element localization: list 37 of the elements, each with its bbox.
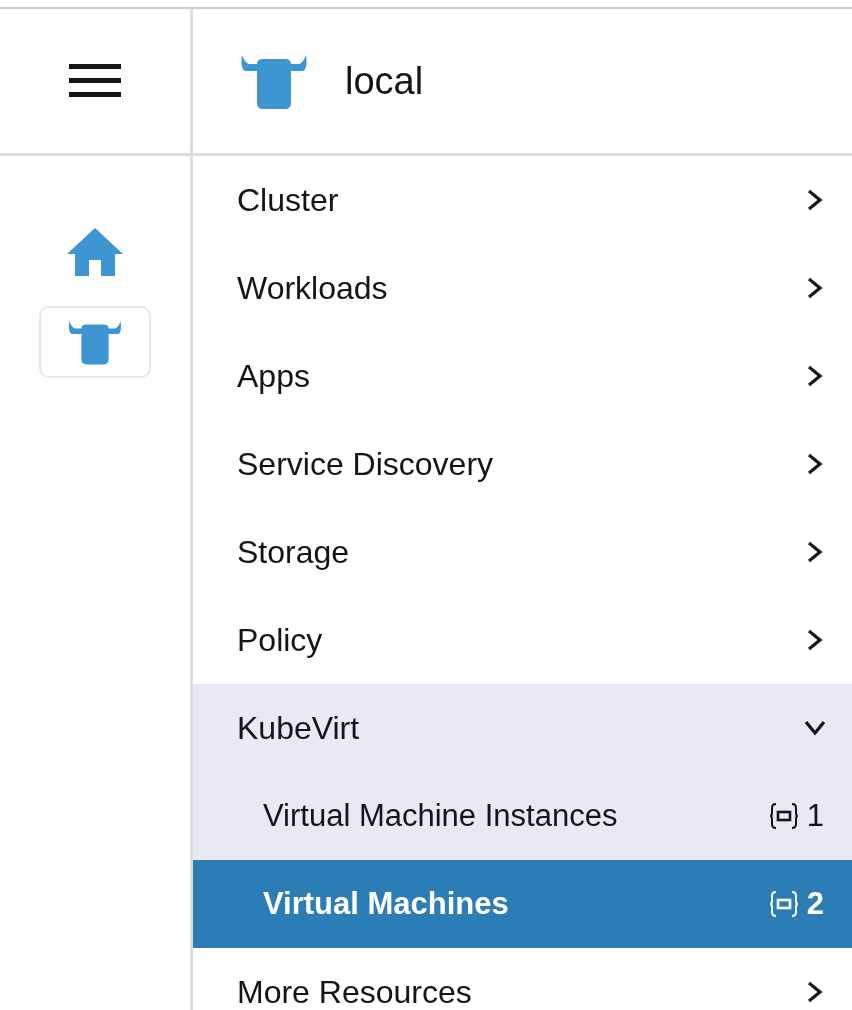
menu-group[interactable]: Workloads <box>193 244 852 332</box>
chevron-right-icon <box>806 277 824 299</box>
cluster-name: local <box>345 59 424 103</box>
menu-group-label: More Resources <box>237 973 472 1010</box>
menu-item-label: Virtual Machines <box>263 886 509 922</box>
menu-group-label: Workloads <box>237 269 388 307</box>
menu-item-label: Virtual Machine Instances <box>263 798 618 834</box>
menu-group[interactable]: Storage <box>193 508 852 596</box>
menu-group[interactable]: Cluster <box>193 156 852 244</box>
bull-icon <box>67 318 123 366</box>
menu-group-label: Cluster <box>237 181 339 219</box>
home-icon <box>67 228 123 276</box>
chevron-right-icon <box>806 189 824 211</box>
chevron-right-icon <box>806 365 824 387</box>
menu-item[interactable]: Virtual Machine Instances 1 <box>193 772 852 860</box>
resource-icon <box>768 802 799 830</box>
menu-group[interactable]: More Resources <box>193 948 852 1010</box>
menu-group-label: Apps <box>237 357 310 395</box>
menu-group[interactable]: Policy <box>193 596 852 684</box>
resource-count: 2 <box>806 886 824 922</box>
resource-count: 1 <box>806 798 824 834</box>
cluster-button[interactable] <box>39 306 151 378</box>
chevron-right-icon <box>806 629 824 651</box>
chevron-right-icon <box>806 541 824 563</box>
menu-group-label: Policy <box>237 621 323 659</box>
menu-group-label: Service Discovery <box>237 445 494 483</box>
menu-icon[interactable] <box>69 64 121 98</box>
chevron-down-icon <box>804 719 826 737</box>
menu-group[interactable]: Apps <box>193 332 852 420</box>
menu-group-label: KubeVirt <box>237 709 360 747</box>
resource-icon <box>768 890 799 918</box>
chevron-right-icon <box>806 453 824 475</box>
menu-group[interactable]: KubeVirt <box>193 684 852 772</box>
menu-item[interactable]: Virtual Machines 2 <box>193 860 852 948</box>
menu-group-label: Storage <box>237 533 350 571</box>
menu-group[interactable]: Service Discovery <box>193 420 852 508</box>
chevron-right-icon <box>806 981 824 1003</box>
